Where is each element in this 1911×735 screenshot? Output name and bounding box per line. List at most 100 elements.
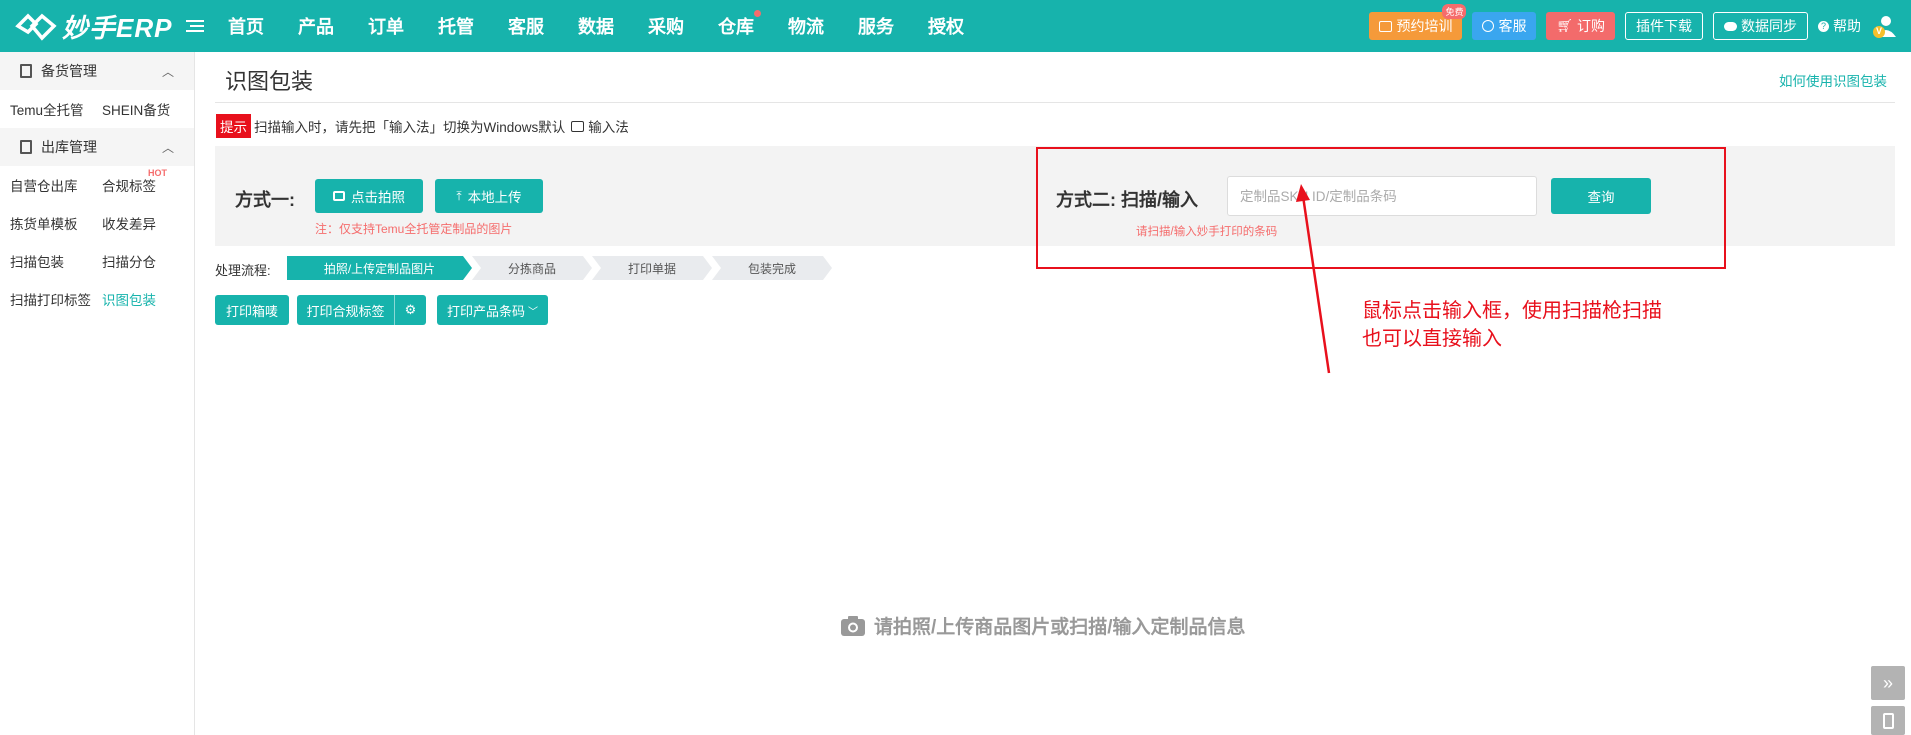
take-photo-label: 点击拍照 bbox=[351, 190, 405, 205]
sidebar-item-scan-print-label[interactable]: 扫描打印标签 bbox=[0, 289, 92, 309]
sidebar-item-image-packing[interactable]: 识图包装 bbox=[92, 289, 184, 309]
user-icon bbox=[1873, 16, 1896, 38]
chat-icon bbox=[1379, 20, 1393, 32]
sidebar-group-stock-label: 备货管理 bbox=[41, 63, 97, 79]
process-steps: 拍照/上传定制品图片 分拣商品 打印单据 包装完成 bbox=[287, 256, 832, 280]
sidebar-group-outbound-label: 出库管理 bbox=[41, 139, 97, 155]
sidebar-group-outbound[interactable]: 出库管理 ︿ bbox=[0, 128, 194, 166]
nav-item-home[interactable]: 首页 bbox=[228, 13, 298, 39]
how-to-use-link[interactable]: 如何使用识图包装 bbox=[1779, 70, 1887, 90]
annotation-line-1: 鼠标点击输入框，使用扫描枪扫描 bbox=[1362, 300, 1662, 322]
app-logo[interactable]: 妙手ERP bbox=[14, 8, 174, 45]
method-one-label: 方式一: bbox=[235, 190, 295, 210]
nav-item-authorization[interactable]: 授权 bbox=[928, 13, 998, 39]
nav-item-managed[interactable]: 托管 bbox=[438, 13, 508, 39]
compliance-settings-button[interactable]: ⚙ bbox=[394, 295, 426, 325]
local-upload-button[interactable]: ⤒ 本地上传 bbox=[435, 179, 543, 213]
mobile-view-button[interactable] bbox=[1871, 706, 1905, 735]
sidebar-row: 拣货单模板 收发差异 bbox=[0, 204, 194, 242]
tip-text: 扫描输入时，请先把「输入法」切换为Windows默认 bbox=[254, 120, 566, 135]
tip-suffix: 输入法 bbox=[588, 120, 629, 135]
print-compliance-label-button[interactable]: 打印合规标签 bbox=[297, 295, 394, 325]
notification-dot bbox=[754, 10, 761, 17]
sidebar-item-scan-sorting[interactable]: 扫描分仓 bbox=[92, 251, 184, 271]
flow-step-complete: 包装完成 bbox=[712, 256, 832, 280]
nav-item-data[interactable]: 数据 bbox=[578, 13, 648, 39]
sidebar-row: Temu全托管 SHEIN备货 bbox=[0, 90, 194, 128]
process-flow-label: 处理流程: bbox=[215, 263, 271, 278]
take-photo-button[interactable]: 点击拍照 bbox=[315, 179, 423, 213]
local-upload-label: 本地上传 bbox=[467, 190, 522, 205]
sidebar-group-stock[interactable]: 备货管理 ︿ bbox=[0, 52, 194, 90]
hot-badge: HOT bbox=[148, 168, 167, 178]
gear-icon: ⚙ bbox=[404, 302, 417, 317]
chevron-up-icon: ︿ bbox=[161, 140, 174, 155]
nav-item-orders[interactable]: 订单 bbox=[368, 13, 438, 39]
nav-item-warehouse-label: 仓库 bbox=[718, 17, 754, 37]
sidebar-row: 自营仓出库 合规标签 HOT bbox=[0, 166, 194, 204]
print-product-barcode-label: 打印产品条码 bbox=[446, 303, 525, 319]
camera-icon bbox=[841, 615, 865, 636]
logo-text: 妙手ERP bbox=[62, 12, 173, 43]
order-label: 订购 bbox=[1577, 18, 1605, 34]
customer-service-button[interactable]: 客服 bbox=[1472, 12, 1537, 40]
training-label: 预约培训 bbox=[1396, 18, 1453, 34]
headset-icon bbox=[1482, 20, 1495, 32]
annotation-text: 鼠标点击输入框，使用扫描枪扫描 也可以直接输入 bbox=[1362, 297, 1662, 353]
empty-state-text: 请拍照/上传商品图片或扫描/输入定制品信息 bbox=[874, 617, 1246, 638]
flow-step-print: 打印单据 bbox=[592, 256, 712, 280]
page-title: 识图包装 bbox=[225, 69, 314, 94]
flow-step-photo: 拍照/上传定制品图片 bbox=[287, 256, 472, 280]
title-divider bbox=[215, 102, 1895, 103]
nav-item-purchasing[interactable]: 采购 bbox=[648, 13, 718, 39]
nav-item-logistics[interactable]: 物流 bbox=[788, 13, 858, 39]
free-badge: 免费 bbox=[1442, 4, 1467, 19]
document-gear-icon bbox=[20, 64, 32, 78]
training-button[interactable]: 预约培训 免费 bbox=[1369, 4, 1467, 40]
sidebar-item-shein-stock[interactable]: SHEIN备货 bbox=[92, 99, 184, 119]
flow-step-sorting: 分拣商品 bbox=[472, 256, 592, 280]
plugin-download-button[interactable]: 插件下载 bbox=[1625, 12, 1703, 40]
camera-icon bbox=[333, 191, 345, 201]
help-label: 帮助 bbox=[1833, 18, 1861, 34]
sidebar-item-scan-packing[interactable]: 扫描包装 bbox=[0, 251, 92, 271]
topbar-actions: 预约培训 免费 客服 🛒︎ 订购 插件下载 数据同步 ? 帮助 V bbox=[1369, 4, 1897, 40]
sidebar: 备货管理 ︿ Temu全托管 SHEIN备货 出库管理 ︿ 自营仓出库 合规标签… bbox=[0, 52, 195, 735]
sidebar-item-picking-template[interactable]: 拣货单模板 bbox=[0, 213, 92, 233]
user-avatar[interactable]: V bbox=[1871, 13, 1897, 39]
plugin-download-label: 插件下载 bbox=[1636, 18, 1692, 34]
sidebar-item-compliance-label[interactable]: 合规标签 HOT bbox=[92, 168, 184, 195]
keyboard-icon bbox=[571, 120, 585, 132]
nav-item-services[interactable]: 服务 bbox=[858, 13, 928, 39]
question-icon: ? bbox=[1818, 20, 1829, 32]
print-product-barcode-button[interactable]: 打印产品条码 ﹀ bbox=[437, 295, 548, 325]
print-box-mark-button[interactable]: 打印箱唛 bbox=[215, 295, 289, 325]
sidebar-item-compliance-label-text: 合规标签 bbox=[102, 179, 156, 194]
nav-item-warehouse[interactable]: 仓库 bbox=[718, 10, 788, 39]
menu-toggle-icon[interactable] bbox=[186, 20, 204, 32]
expand-panel-button[interactable]: » bbox=[1871, 666, 1905, 700]
vip-letter: V bbox=[1876, 26, 1883, 36]
upload-icon: ⤒ bbox=[456, 188, 462, 203]
nav-item-customer-service[interactable]: 客服 bbox=[508, 13, 578, 39]
top-navigation-bar: 妙手ERP 首页 产品 订单 托管 客服 数据 采购 仓库 物流 服务 授权 预… bbox=[0, 0, 1911, 52]
data-sync-label: 数据同步 bbox=[1741, 18, 1797, 34]
sidebar-item-temu-managed[interactable]: Temu全托管 bbox=[0, 99, 92, 119]
chevron-up-icon: ︿ bbox=[161, 64, 174, 79]
help-link[interactable]: ? 帮助 bbox=[1818, 16, 1861, 36]
sidebar-item-self-warehouse-outbound[interactable]: 自营仓出库 bbox=[0, 175, 92, 195]
chevron-down-icon: ﹀ bbox=[528, 306, 538, 318]
document-gear-icon bbox=[20, 140, 32, 154]
cart-icon: 🛒︎ bbox=[1556, 18, 1573, 33]
main-nav: 首页 产品 订单 托管 客服 数据 采购 仓库 物流 服务 授权 bbox=[228, 10, 998, 39]
logo-icon bbox=[15, 13, 57, 41]
nav-item-products[interactable]: 产品 bbox=[298, 13, 368, 39]
phone-icon bbox=[1882, 712, 1894, 729]
sidebar-row: 扫描包装 扫描分仓 bbox=[0, 242, 194, 280]
order-subscription-button[interactable]: 🛒︎ 订购 bbox=[1546, 12, 1615, 40]
sidebar-item-shipping-difference[interactable]: 收发差异 bbox=[92, 213, 184, 233]
customer-service-label: 客服 bbox=[1498, 18, 1527, 34]
annotation-line-2: 也可以直接输入 bbox=[1362, 328, 1502, 350]
double-chevron-right-icon: » bbox=[1882, 672, 1893, 693]
data-sync-button[interactable]: 数据同步 bbox=[1713, 12, 1808, 40]
